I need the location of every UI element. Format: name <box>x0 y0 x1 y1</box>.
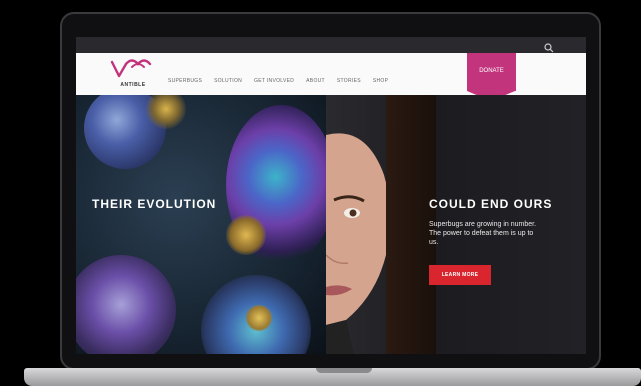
laptop-notch <box>316 368 372 373</box>
hero-headline-right: COULD END OURS <box>429 197 553 211</box>
site-logo[interactable]: ANTIBLE <box>106 58 160 90</box>
virus-particle <box>146 95 186 129</box>
nav-item-stories[interactable]: STORIES <box>337 78 361 84</box>
nav-menu: SUPERBUGS SOLUTION GET INVOLVED ABOUT ST… <box>168 78 388 84</box>
nav-item-superbugs[interactable]: SUPERBUGS <box>168 78 202 84</box>
logo-mark-icon <box>110 59 152 78</box>
virus-particle <box>76 255 176 354</box>
nav-item-about[interactable]: ABOUT <box>306 78 325 84</box>
virus-particle <box>246 305 272 331</box>
hero-banner: THEIR EVOLUTION COULD END OURS Superbugs… <box>76 95 586 354</box>
nav-item-solution[interactable]: SOLUTION <box>214 78 242 84</box>
virus-particle <box>226 215 266 255</box>
website-screen: ANTIBLE SUPERBUGS SOLUTION GET INVOLVED … <box>76 37 586 354</box>
hero-virus-image <box>76 95 326 354</box>
donate-button[interactable]: DONATE <box>467 53 516 91</box>
search-icon[interactable] <box>544 40 554 53</box>
hero-headline-left: THEIR EVOLUTION <box>92 197 217 211</box>
laptop-base <box>24 368 641 386</box>
logo-text: ANTIBLE <box>120 82 146 88</box>
top-utility-bar <box>76 37 586 53</box>
nav-item-shop[interactable]: SHOP <box>373 78 388 84</box>
hero-body-text: Superbugs are growing in number. The pow… <box>429 221 537 246</box>
learn-more-button[interactable]: LEARN MORE <box>429 265 491 285</box>
nav-item-get-involved[interactable]: GET INVOLVED <box>254 78 294 84</box>
